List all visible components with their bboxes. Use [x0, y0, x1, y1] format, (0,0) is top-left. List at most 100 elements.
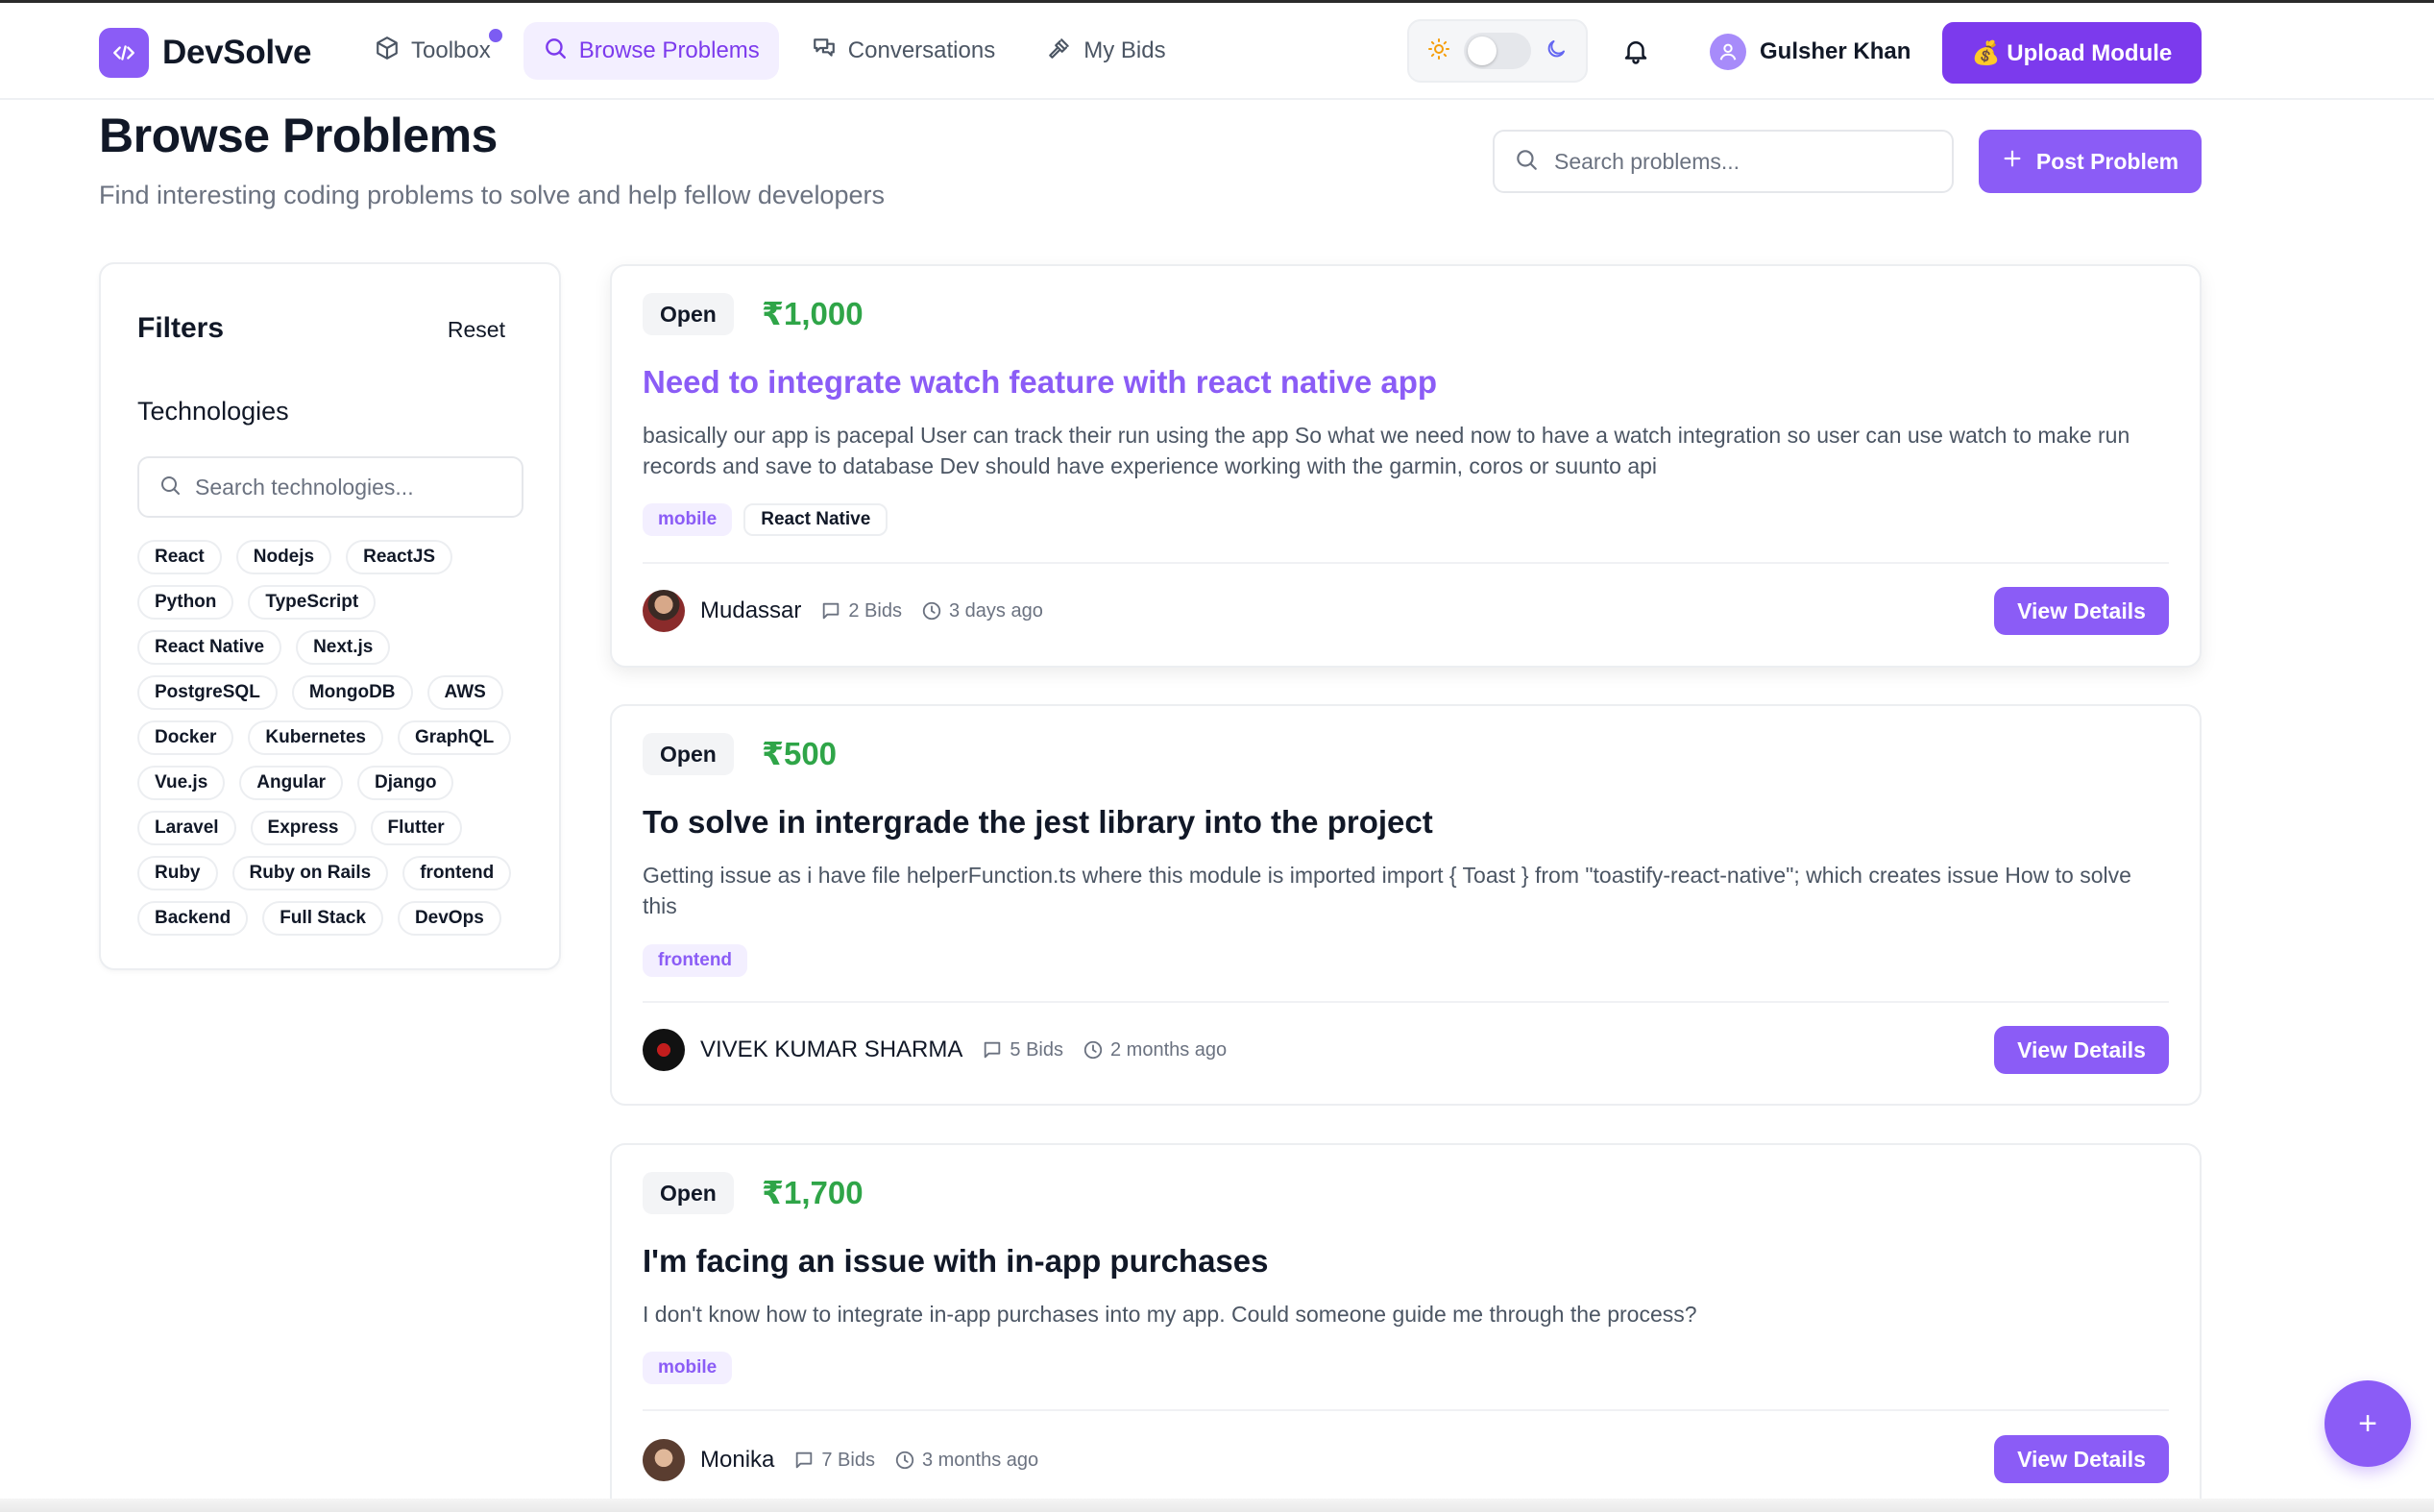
status-badge: Open: [643, 293, 734, 335]
author-name[interactable]: Monika: [700, 1447, 774, 1474]
page-title: Browse Problems: [99, 109, 498, 162]
filters-title: Filters: [137, 312, 225, 344]
price: ₹1,000: [762, 296, 864, 331]
problem-tags: mobile React Native: [643, 503, 888, 536]
view-details-button[interactable]: View Details: [1994, 587, 2169, 635]
technology-search: [137, 456, 523, 518]
filters-panel: Filters Reset Technologies React Nodejs Re…: [99, 262, 561, 970]
problem-title[interactable]: Need to integrate watch feature with rea…: [643, 364, 1437, 401]
time-label: 3 days ago: [948, 599, 1043, 622]
notification-dot: [485, 26, 505, 45]
problem-title[interactable]: I'm facing an issue with in-app purchase…: [643, 1243, 1269, 1280]
problem-description: basically our app is pacepal User can tr…: [643, 423, 2130, 478]
user-avatar-icon: [1710, 34, 1746, 70]
tech-tag[interactable]: TypeScript: [248, 585, 377, 620]
tech-tag[interactable]: Next.js: [296, 630, 391, 665]
nav-item-browse-problems[interactable]: Browse Problems: [523, 22, 779, 80]
message-icon: [985, 1041, 1001, 1059]
problem-title[interactable]: To solve in intergrade the jest library …: [643, 804, 1433, 841]
search-problems-input[interactable]: [1554, 148, 1905, 175]
nav-label: Conversations: [847, 37, 996, 63]
tech-tag[interactable]: Nodejs: [235, 540, 332, 574]
tech-tag[interactable]: Kubernetes: [248, 720, 383, 755]
theme-toggle[interactable]: [1464, 33, 1531, 69]
tech-tag[interactable]: GraphQL: [397, 720, 512, 755]
nav-item-toolbox[interactable]: Toolbox: [355, 22, 510, 80]
post-problem-button[interactable]: Post Problem: [1979, 130, 2202, 193]
tech-tag[interactable]: Full Stack: [262, 901, 383, 936]
posted-time: 3 days ago: [921, 600, 1043, 622]
box-icon: [375, 36, 400, 67]
tech-tag[interactable]: Angular: [239, 766, 344, 800]
search-technologies-input[interactable]: [195, 474, 486, 500]
problem-tag: React Native: [743, 503, 888, 536]
problem-meta: Monika 7 Bids 3 months ago: [643, 1439, 1038, 1481]
search-icon: [543, 36, 568, 67]
card-divider: [643, 1001, 2169, 1003]
bids-count: 7 Bids: [793, 1450, 875, 1472]
message-icon: [823, 602, 840, 620]
technologies-heading: Technologies: [137, 397, 289, 426]
tech-tag[interactable]: Express: [250, 811, 356, 845]
clock-icon: [895, 1451, 914, 1470]
nav-item-conversations[interactable]: Conversations: [792, 22, 1014, 80]
user-menu[interactable]: Gulsher Khan: [1710, 34, 1911, 70]
tech-tag[interactable]: ReactJS: [346, 540, 453, 574]
page-subtitle: Find interesting coding problems to solv…: [99, 181, 885, 209]
viewport-edge: [0, 1499, 2434, 1512]
problem-tags: frontend: [643, 944, 748, 977]
author-name[interactable]: VIVEK KUMAR SHARMA: [700, 1036, 962, 1063]
tech-tag[interactable]: Ruby: [137, 856, 218, 890]
plus-icon: [2002, 148, 2023, 175]
status-badge: Open: [643, 1172, 734, 1214]
tech-tag[interactable]: Docker: [137, 720, 234, 755]
time-label: 3 months ago: [921, 1449, 1039, 1471]
app-logo[interactable]: DevSolve: [99, 28, 311, 78]
search-icon: [1514, 147, 1539, 177]
clock-icon: [1083, 1040, 1103, 1060]
bids-label: 2 Bids: [848, 599, 902, 622]
search-icon: [158, 474, 182, 501]
chat-icon: [812, 36, 837, 67]
upload-module-button[interactable]: 💰 Upload Module: [1942, 22, 2202, 84]
floating-add-button[interactable]: +: [2324, 1380, 2411, 1467]
reset-filters-button[interactable]: Reset: [448, 317, 505, 343]
problem-card: Open ₹1,700 I'm facing an issue with in-…: [610, 1143, 2202, 1512]
tech-tag[interactable]: MongoDB: [291, 675, 413, 710]
tech-tag[interactable]: Python: [137, 585, 234, 620]
card-divider: [643, 1409, 2169, 1411]
tech-tag[interactable]: React Native: [137, 630, 282, 665]
price: ₹1,700: [762, 1175, 864, 1210]
author-name[interactable]: Mudassar: [700, 597, 801, 624]
tech-tag[interactable]: frontend: [402, 856, 512, 890]
message-icon: [796, 1451, 813, 1469]
view-details-button[interactable]: View Details: [1994, 1435, 2169, 1483]
posted-time: 3 months ago: [894, 1450, 1038, 1472]
bids-count: 5 Bids: [982, 1039, 1063, 1061]
tech-tag[interactable]: AWS: [426, 675, 503, 710]
tech-tag[interactable]: Backend: [137, 901, 249, 936]
tech-tag[interactable]: React: [137, 540, 222, 574]
sun-icon[interactable]: [1427, 37, 1450, 65]
status-badge: Open: [643, 733, 734, 775]
tech-tag[interactable]: Vue.js: [137, 766, 226, 800]
app-name: DevSolve: [162, 34, 312, 71]
view-details-button[interactable]: View Details: [1994, 1026, 2169, 1074]
problem-search: [1493, 130, 1954, 193]
moon-icon[interactable]: [1545, 37, 1568, 65]
tech-tag[interactable]: PostgreSQL: [137, 675, 278, 710]
bids-count: 2 Bids: [820, 600, 902, 622]
nav-label: Toolbox: [411, 37, 491, 63]
problem-description: Getting issue as i have file helperFunct…: [643, 863, 2131, 918]
tech-tag[interactable]: Django: [357, 766, 454, 800]
tech-tag[interactable]: DevOps: [397, 901, 501, 936]
problem-tag: mobile: [643, 1352, 733, 1384]
tech-tag[interactable]: Flutter: [370, 811, 462, 845]
tech-tag[interactable]: Ruby on Rails: [231, 856, 389, 890]
price: ₹500: [762, 736, 838, 771]
problem-tags: mobile: [643, 1352, 733, 1384]
user-name: Gulsher Khan: [1760, 38, 1911, 64]
bell-icon[interactable]: [1621, 37, 1650, 65]
tech-tag[interactable]: Laravel: [137, 811, 236, 845]
nav-item-my-bids[interactable]: My Bids: [1028, 22, 1184, 80]
